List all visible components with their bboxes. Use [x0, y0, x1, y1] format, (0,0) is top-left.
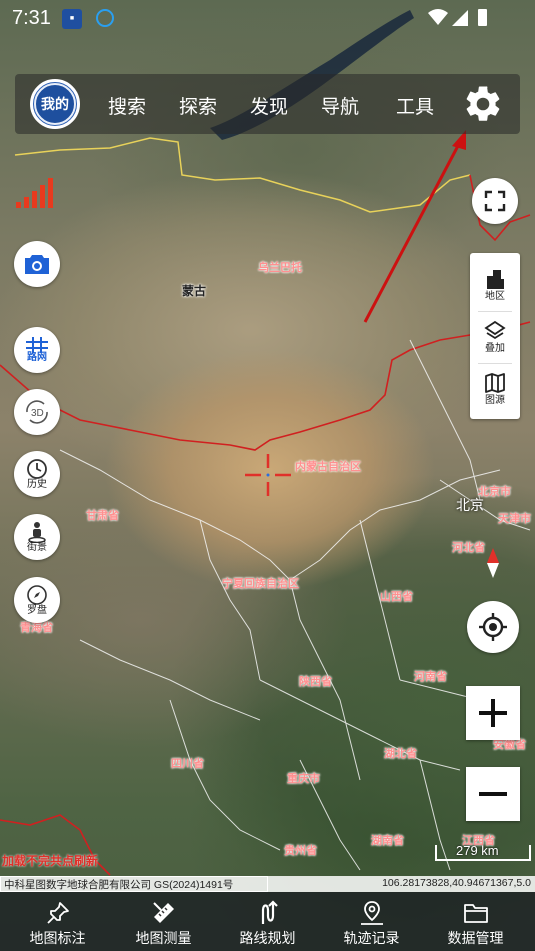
plus-icon — [479, 699, 507, 727]
nav-explore[interactable]: 探索 — [179, 92, 217, 119]
scale-label: 279 km — [456, 843, 499, 858]
map-center-crosshair — [245, 454, 291, 496]
ruler-icon — [152, 902, 174, 923]
overlay-button[interactable]: 叠加 — [470, 311, 520, 363]
history-button[interactable]: 历史 — [14, 451, 60, 497]
bottom-nav-label: 地图标注 — [29, 930, 86, 946]
settings-gear-icon[interactable] — [462, 83, 504, 125]
road-network-label: 路网 — [27, 352, 47, 363]
locate-me-button[interactable] — [467, 601, 519, 653]
map-layer-panel: 地区 叠加 图源 — [470, 253, 520, 419]
gps-locate-icon — [479, 613, 507, 641]
3d-rotate-icon: 3D — [26, 400, 48, 424]
bottom-nav-label: 地图测量 — [135, 930, 192, 946]
annotation-arrow-line — [363, 141, 462, 323]
top-navigation: 我的 搜索 探索 发现 导航 工具 — [15, 74, 520, 134]
bottom-navigation: 地图标注 地图测量 路线规划 轨迹记录 数据管理 — [0, 892, 535, 951]
nav-search[interactable]: 搜索 — [108, 92, 146, 119]
map-label-hebei: 河北省 — [452, 542, 485, 554]
map-label-hubei: 湖北省 — [384, 748, 417, 760]
copyright-text: 中科星图数字地球合肥有限公司 GS(2024)1491号 — [4, 879, 234, 891]
road-network-icon — [26, 337, 48, 353]
minus-icon — [479, 792, 507, 796]
camera-button[interactable] — [14, 241, 60, 287]
coordinates-text: 106.28173828,40.94671367,5.0 — [382, 877, 531, 889]
history-clock-icon — [27, 459, 47, 479]
bottom-nav-data-management[interactable]: 数据管理 — [422, 892, 529, 951]
pegman-icon — [28, 522, 46, 543]
bottom-nav-label: 轨迹记录 — [343, 930, 400, 946]
bottom-nav-track-record[interactable]: 轨迹记录 — [318, 892, 425, 951]
3d-view-button[interactable]: 3D — [14, 389, 60, 435]
camera-icon — [25, 255, 49, 274]
map-label-hunan: 湖南省 — [371, 835, 404, 847]
history-label: 历史 — [27, 479, 47, 490]
streetview-label: 街景 — [27, 542, 47, 553]
map-label-sichuan: 四川省 — [171, 758, 204, 770]
map-label-tianjin: 天津市 — [498, 513, 531, 525]
zoom-in-button[interactable] — [466, 686, 520, 740]
district-button[interactable]: 地区 — [470, 259, 520, 311]
border-yellow-north — [14, 137, 471, 213]
map-icon — [485, 373, 505, 393]
bottom-nav-route-planning[interactable]: 路线规划 — [214, 892, 321, 951]
nav-discover[interactable]: 发现 — [250, 92, 288, 119]
nav-tools[interactable]: 工具 — [396, 92, 434, 119]
map-label-qinghai: 青海省 — [20, 622, 53, 634]
notification-app-icon-2 — [96, 9, 114, 27]
cell-signal-icon — [452, 10, 468, 26]
wifi-icon — [428, 9, 448, 25]
road-network-button[interactable]: 路网 — [14, 327, 60, 373]
map-label-chongqing: 重庆市 — [287, 773, 320, 785]
map-label-henan: 河南省 — [414, 671, 447, 683]
layers-icon — [484, 320, 506, 340]
map-label-shanxi: 山西省 — [380, 591, 413, 603]
status-bar: 7:31 ■ — [0, 0, 535, 36]
battery-icon — [478, 9, 487, 26]
map-label-gansu: 甘肃省 — [86, 510, 119, 522]
map-label-mongolia: 蒙古 — [182, 284, 207, 298]
notification-app-icon: ■ — [62, 9, 82, 29]
profile-avatar-label: 我的 — [34, 83, 76, 125]
track-icon — [360, 901, 383, 925]
profile-avatar-button[interactable]: 我的 — [30, 79, 80, 129]
north-arrow-icon[interactable] — [484, 548, 502, 578]
overlay-label: 叠加 — [485, 343, 505, 354]
map-source-label: 图源 — [485, 395, 505, 406]
signal-strength-icon — [16, 178, 53, 208]
map-source-button[interactable]: 图源 — [470, 363, 520, 415]
compass-icon — [27, 585, 47, 605]
zoom-out-button[interactable] — [466, 767, 520, 821]
folder-icon — [463, 904, 488, 923]
route-icon — [261, 900, 278, 924]
map-info-bar: 中科星图数字地球合肥有限公司 GS(2024)1491号 106.2817382… — [0, 876, 535, 892]
border-red-china-mongolia — [0, 321, 531, 451]
map-label-ningxia: 宁夏回族自治区 — [222, 578, 299, 590]
bottom-nav-label: 路线规划 — [239, 930, 296, 946]
streetview-button[interactable]: 街景 — [14, 514, 60, 560]
fullscreen-icon — [484, 190, 506, 212]
status-time: 7:31 — [12, 7, 51, 29]
nav-navigation[interactable]: 导航 — [321, 92, 359, 119]
compass-button[interactable]: 罗盘 — [14, 577, 60, 623]
bottom-nav-label: 数据管理 — [447, 930, 504, 946]
district-label: 地区 — [485, 291, 505, 302]
map-label-shaanxi: 陕西省 — [299, 676, 332, 688]
map-label-anhui: 安徽省 — [493, 739, 526, 751]
fullscreen-button[interactable] — [472, 178, 518, 224]
map-label-ulaanbaatar: 乌兰巴托 — [258, 262, 302, 274]
map-label-inner-mongolia: 内蒙古自治区 — [295, 461, 361, 473]
bottom-nav-map-measure[interactable]: 地图测量 — [110, 892, 217, 951]
reload-hint-text[interactable]: 加载不完共点刷新 — [2, 852, 98, 869]
map-label-beijing: 北京 — [456, 497, 484, 513]
pin-icon — [46, 902, 69, 924]
building-icon — [487, 270, 504, 289]
compass-label: 罗盘 — [27, 605, 47, 616]
status-icons — [428, 9, 487, 26]
svg-text:3D: 3D — [31, 408, 44, 419]
map-label-guizhou: 贵州省 — [284, 845, 317, 857]
bottom-nav-map-annotation[interactable]: 地图标注 — [4, 892, 111, 951]
